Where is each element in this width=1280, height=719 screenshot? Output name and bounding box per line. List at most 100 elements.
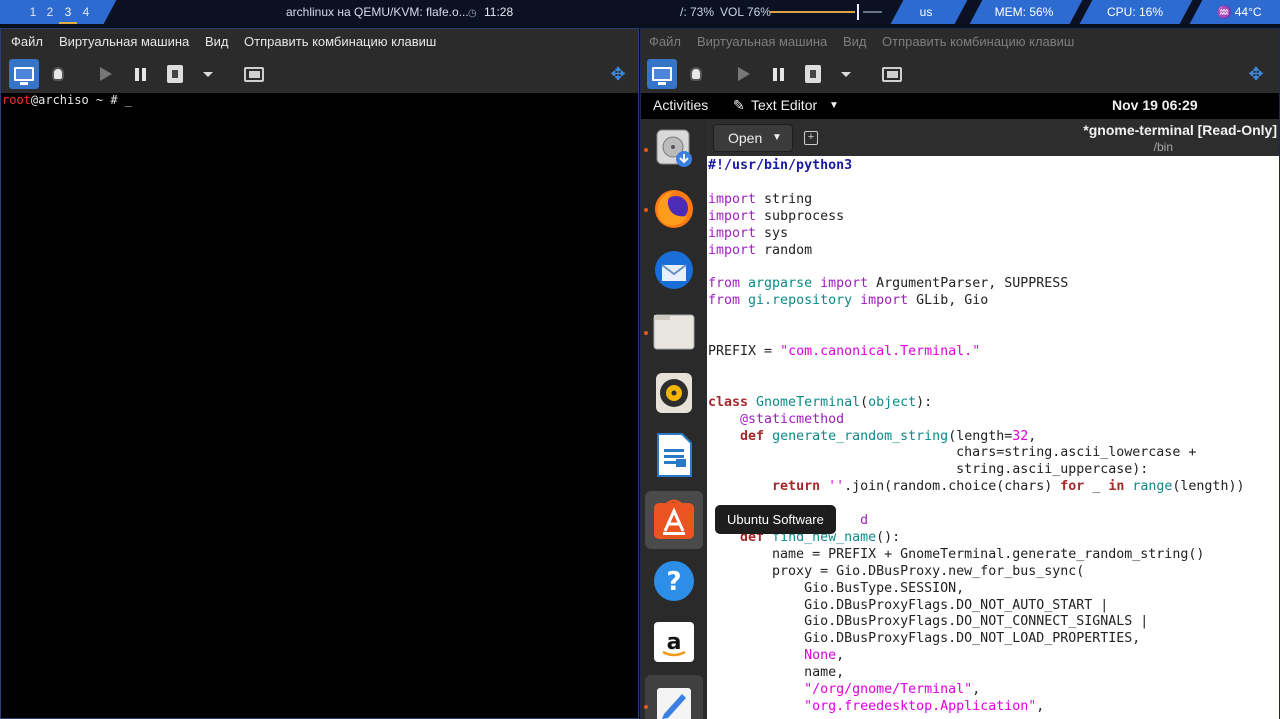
run-button[interactable]	[729, 59, 759, 89]
code-token: ():	[876, 529, 901, 545]
files-icon	[653, 314, 695, 350]
vm-window-ubuntu[interactable]: Файл Виртуальная машина Вид Отправить ко…	[640, 28, 1280, 719]
dock-help[interactable]: ?	[653, 560, 695, 602]
code-line: Gio.DBusProxyFlags.DO_NOT_LOAD_PROPERTIE…	[708, 631, 1141, 647]
monitor-icon	[652, 67, 672, 85]
menu-bar: Файл Виртуальная машина Вид Отправить ко…	[1, 29, 638, 55]
code-token: 32	[1012, 428, 1029, 444]
dock-ubuntu-software[interactable]	[653, 499, 695, 541]
code-token: range	[1132, 479, 1173, 495]
fullscreen-button[interactable]: ✥	[1241, 59, 1271, 89]
fullscreen-icon: ✥	[610, 63, 626, 84]
volume-knob[interactable]	[857, 4, 859, 20]
code-token: ArgumentParser, SUPPRESS	[868, 276, 1069, 292]
terminal-console[interactable]: root@archiso ~ # _	[2, 93, 132, 107]
shutdown-button[interactable]	[160, 59, 190, 89]
document-title: *gnome-terminal [Read-Only]	[1083, 122, 1277, 138]
workspace-1[interactable]: 1	[24, 0, 42, 24]
code-line: class	[708, 394, 749, 410]
code-line: from	[708, 276, 741, 292]
code-token: sys	[756, 225, 789, 241]
menu-file[interactable]: Файл	[649, 34, 681, 49]
dock-amazon[interactable]: a	[653, 621, 695, 663]
dock-install[interactable]	[653, 127, 695, 169]
code-token: string	[756, 191, 813, 207]
pause-button[interactable]	[125, 59, 155, 89]
code-line: def	[740, 428, 765, 444]
workspace-3[interactable]: 3	[59, 0, 77, 24]
code-line: proxy = Gio.DBusProxy.new_for_bus_sync(	[708, 563, 1085, 579]
menu-send-keys[interactable]: Отправить комбинацию клавиш	[882, 34, 1074, 49]
code-line: name = PREFIX + GnomeTerminal.generate_r…	[708, 546, 1205, 562]
code-token: object	[868, 394, 917, 410]
svg-text:a: a	[667, 630, 682, 655]
code-line: "/org/gnome/Terminal"	[804, 682, 973, 698]
code-token: "com.canonical.Terminal."	[780, 343, 981, 359]
code-token: _	[1084, 479, 1109, 495]
dock-files[interactable]	[653, 311, 695, 353]
menu-view[interactable]: Вид	[843, 34, 867, 49]
new-document-button[interactable]: +	[804, 131, 818, 145]
dock-rhythmbox[interactable]	[653, 372, 695, 414]
open-button[interactable]: Open ▼	[713, 124, 793, 152]
running-indicator	[644, 208, 648, 212]
code-token: ''	[828, 479, 845, 495]
fullscreen-icon: ✥	[1248, 63, 1264, 84]
dock-firefox[interactable]	[653, 188, 695, 230]
snapshots-button[interactable]	[239, 59, 269, 89]
writer-icon	[657, 433, 692, 477]
toolbar: ✥	[641, 55, 1279, 93]
amazon-icon: a	[654, 622, 694, 662]
menu-vm[interactable]: Виртуальная машина	[697, 34, 827, 49]
code-line: "org.freedesktop.Application"	[804, 699, 1037, 714]
menu-file[interactable]: Файл	[11, 34, 43, 49]
code-line: #!/usr/bin/python3	[708, 158, 853, 173]
app-menu-button[interactable]: Text Editor	[751, 97, 817, 113]
code-token: random	[756, 242, 813, 258]
activities-button[interactable]: Activities	[653, 97, 708, 113]
workspace-2[interactable]: 2	[41, 0, 59, 24]
pause-icon	[772, 67, 784, 81]
dock-text-editor[interactable]	[653, 683, 695, 719]
mem-indicator: MEM: 56%	[994, 5, 1054, 19]
code-line: import	[708, 225, 757, 241]
monitor-button[interactable]	[647, 59, 677, 89]
menu-view[interactable]: Вид	[205, 34, 229, 49]
workspace-4[interactable]: 4	[77, 0, 95, 24]
dock-writer[interactable]	[653, 433, 695, 477]
brightness-indicator: /: 73%	[680, 5, 715, 19]
dock-thunderbird[interactable]	[653, 249, 695, 291]
firefox-icon	[655, 190, 693, 228]
cpu-indicator: CPU: 16%	[1106, 5, 1164, 19]
text-editor-window[interactable]: Open ▼ + *gnome-terminal [Read-Only] /bin…	[707, 119, 1279, 719]
code-line: from	[708, 293, 741, 309]
clock: 11:28	[484, 5, 514, 19]
monitor-button[interactable]	[9, 59, 39, 89]
code-line: d	[860, 513, 869, 529]
gnome-clock[interactable]: Nov 19 06:29	[1112, 97, 1198, 113]
document-path: /bin	[1153, 140, 1173, 154]
shutdown-button[interactable]	[798, 59, 828, 89]
running-indicator	[644, 148, 648, 152]
keyboard-layout[interactable]: us	[897, 0, 955, 24]
code-token: (length))	[1172, 479, 1245, 495]
volume-indicator: VOL 76%	[720, 5, 771, 19]
snapshots-button[interactable]	[877, 59, 907, 89]
code-view[interactable]: #!/usr/bin/python3 import string import …	[708, 158, 1244, 716]
help-icon: ?	[654, 561, 694, 601]
shutdown-menu-button[interactable]	[831, 59, 861, 89]
pause-button[interactable]	[763, 59, 793, 89]
play-icon	[738, 67, 750, 81]
details-button[interactable]	[43, 59, 73, 89]
menu-send-keys[interactable]: Отправить комбинацию клавиш	[244, 34, 436, 49]
dropdown-caret-icon	[841, 71, 851, 77]
run-button[interactable]	[91, 59, 121, 89]
vm-window-archiso[interactable]: Файл Виртуальная машина Вид Отправить ко…	[0, 28, 639, 719]
menu-vm[interactable]: Виртуальная машина	[59, 34, 189, 49]
code-token: for	[1060, 479, 1085, 495]
details-button[interactable]	[681, 59, 711, 89]
app-menu-icon: ✎	[733, 97, 745, 113]
svg-text:?: ?	[666, 567, 681, 597]
shutdown-menu-button[interactable]	[193, 59, 223, 89]
fullscreen-button[interactable]: ✥	[603, 59, 633, 89]
